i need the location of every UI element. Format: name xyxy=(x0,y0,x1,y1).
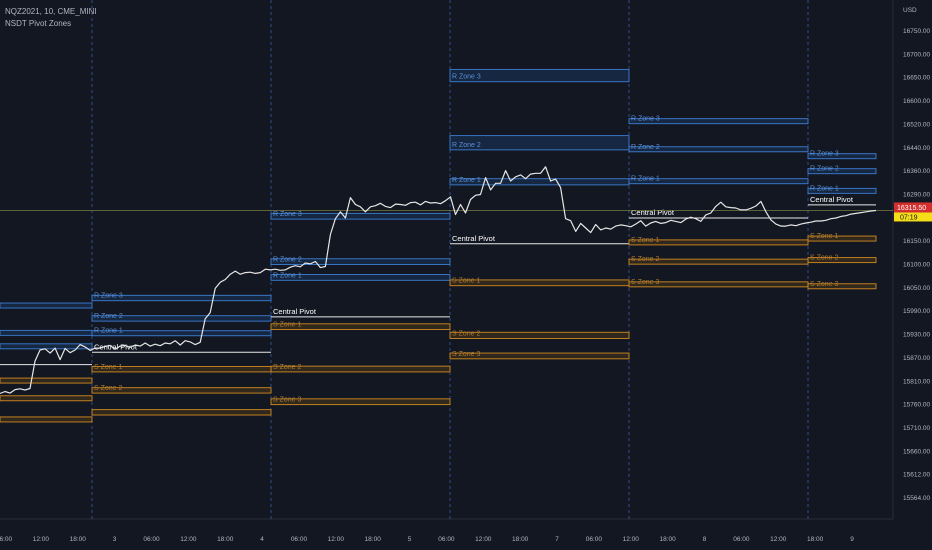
time-tick-label: 12:00 xyxy=(623,536,640,543)
indicator-name[interactable]: NSDT Pivot Zones xyxy=(5,19,71,28)
central-pivot-label: Central Pivot xyxy=(810,195,854,204)
price-tick-label: 15660.00 xyxy=(903,448,930,455)
resistance-zone-label: R Zone 1 xyxy=(94,328,123,335)
price-tick-label: 15564.00 xyxy=(903,495,930,502)
price-tick-label: 16290.00 xyxy=(903,191,930,198)
price-tick-label: 15612.00 xyxy=(903,472,930,479)
price-tick-label: 15810.00 xyxy=(903,378,930,385)
symbol-title[interactable]: NQZ2021, 10, CME_MINI xyxy=(5,7,97,16)
price-tick-label: 15760.00 xyxy=(903,402,930,409)
support-zone-label: S Zone 1 xyxy=(452,278,481,285)
resistance-zone-label: R Zone 3 xyxy=(810,151,839,158)
time-tick-label: 3 xyxy=(113,536,117,543)
resistance-zone-label: R Zone 1 xyxy=(452,177,481,184)
time-tick-label: 18:00 xyxy=(365,536,382,543)
time-tick-label: 18:00 xyxy=(512,536,529,543)
price-tick-label: 15870.00 xyxy=(903,355,930,362)
price-axis-background xyxy=(893,0,932,550)
price-tick-label: 16750.00 xyxy=(903,28,930,35)
resistance-zone-label: R Zone 3 xyxy=(94,293,123,300)
time-tick-label: 06:00 xyxy=(586,536,603,543)
time-tick-label: 06:00 xyxy=(733,536,750,543)
support-zone xyxy=(91,409,272,416)
resistance-zone xyxy=(0,329,93,336)
support-zone-label: S Zone 1 xyxy=(810,233,839,240)
price-tick-label: 16600.00 xyxy=(903,98,930,105)
time-tick-label: 7 xyxy=(555,536,559,543)
central-pivot-label: Central Pivot xyxy=(273,307,317,316)
price-tick-label: 16150.00 xyxy=(903,238,930,245)
price-tick-label: 15990.00 xyxy=(903,308,930,315)
support-zone xyxy=(0,416,93,423)
price-tick-label: 15710.00 xyxy=(903,425,930,432)
resistance-zone-label: R Zone 2 xyxy=(94,313,123,320)
price-tick-label: 16650.00 xyxy=(903,75,930,82)
support-zone-label: S Zone 2 xyxy=(452,330,481,337)
support-zone-label: S Zone 3 xyxy=(631,279,660,286)
chart-window: R Zone 1 R Zone 2 R Zone 3 S Zone 1 S Zone 2… xyxy=(0,0,932,550)
time-tick-label: 18:00 xyxy=(217,536,234,543)
support-zone-label: S Zone 3 xyxy=(452,351,481,358)
time-tick-label: 06:00 xyxy=(291,536,308,543)
resistance-zone xyxy=(0,302,93,309)
time-tick-label: 8 xyxy=(703,536,707,543)
central-pivot-label: Central Pivot xyxy=(452,234,496,243)
chart-background xyxy=(0,0,932,550)
support-zone-label: S Zone 3 xyxy=(273,397,302,404)
resistance-zone-label: R Zone 2 xyxy=(273,257,302,264)
price-tick-label: 16050.00 xyxy=(903,285,930,292)
time-tick-label: 12:00 xyxy=(33,536,50,543)
resistance-zone-label: R Zone 2 xyxy=(631,144,660,151)
time-tick-label: 9 xyxy=(850,536,854,543)
currency-label: USD xyxy=(903,7,917,14)
support-zone xyxy=(0,377,93,384)
price-tick-label: 16520.00 xyxy=(903,121,930,128)
time-tick-label: 12:00 xyxy=(770,536,787,543)
central-pivot-label: Central Pivot xyxy=(631,208,675,217)
price-tick-label: 15930.00 xyxy=(903,332,930,339)
price-tick-label: 16700.00 xyxy=(903,51,930,58)
price-tick-label: 16100.00 xyxy=(903,262,930,269)
time-tick-label: 4 xyxy=(260,536,264,543)
resistance-zone-label: R Zone 1 xyxy=(810,185,839,192)
time-tick-label: 06:00 xyxy=(438,536,455,543)
price-tick-label: 16440.00 xyxy=(903,145,930,152)
resistance-zone-label: R Zone 2 xyxy=(452,142,481,149)
price-chart[interactable]: R Zone 1 R Zone 2 R Zone 3 S Zone 1 S Zone 2… xyxy=(0,0,932,550)
resistance-zone-label: R Zone 3 xyxy=(631,116,660,123)
time-tick-label: 18:00 xyxy=(807,536,824,543)
support-zone-label: S Zone 2 xyxy=(273,364,302,371)
support-zone-label: S Zone 3 xyxy=(810,281,839,288)
support-zone xyxy=(0,395,93,402)
support-zone-label: S Zone 1 xyxy=(631,237,660,244)
support-zone-label: S Zone 2 xyxy=(94,385,123,392)
time-tick-label: 06:00 xyxy=(0,536,13,543)
last-price-value: 16315.50 xyxy=(897,205,926,212)
support-zone-label: S Zone 1 xyxy=(273,322,302,329)
resistance-zone-label: R Zone 1 xyxy=(273,272,302,279)
time-tick-label: 12:00 xyxy=(180,536,197,543)
resistance-zone-label: R Zone 2 xyxy=(810,166,839,173)
time-tick-label: 18:00 xyxy=(70,536,87,543)
support-zone-label: S Zone 2 xyxy=(810,255,839,262)
time-tick-label: 5 xyxy=(408,536,412,543)
countdown-value: 07:19 xyxy=(900,214,918,221)
resistance-zone-label: R Zone 3 xyxy=(273,211,302,218)
support-zone-label: S Zone 1 xyxy=(94,364,123,371)
time-tick-label: 18:00 xyxy=(660,536,677,543)
support-zone-label: S Zone 2 xyxy=(631,256,660,263)
resistance-zone-label: R Zone 3 xyxy=(452,74,481,81)
time-tick-label: 12:00 xyxy=(328,536,345,543)
time-tick-label: 06:00 xyxy=(143,536,160,543)
time-tick-label: 12:00 xyxy=(475,536,492,543)
price-tick-label: 16360.00 xyxy=(903,168,930,175)
resistance-zone-label: R Zone 1 xyxy=(631,176,660,183)
